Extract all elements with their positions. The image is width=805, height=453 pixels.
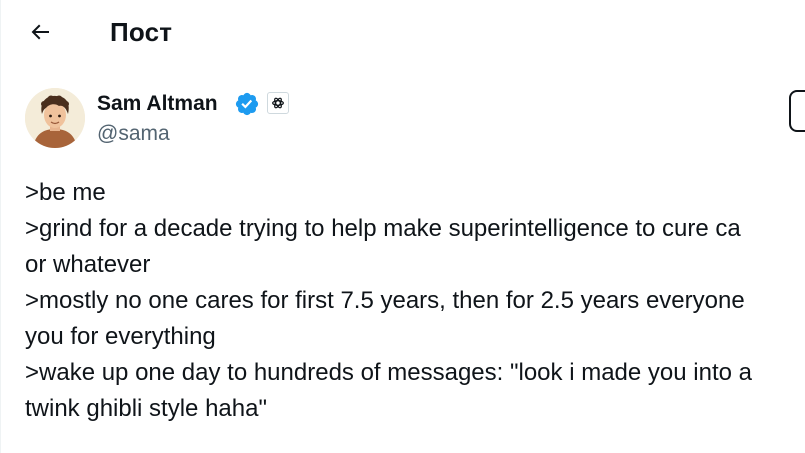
tweet-line: twink ghibli style haha" (25, 395, 267, 422)
verified-badge-icon[interactable] (234, 91, 260, 117)
author-name[interactable]: Sam Altman (97, 91, 218, 117)
top-bar: Пост (0, 0, 805, 64)
avatar-illustration (25, 88, 85, 148)
column-border (0, 0, 1, 453)
tweet-line: >grind for a decade trying to help make … (25, 215, 741, 242)
tweet-line: or whatever (25, 251, 151, 278)
grok-icon[interactable] (789, 90, 805, 132)
tweet-text: >be me >grind for a decade trying to hel… (25, 175, 805, 427)
back-button[interactable] (20, 12, 60, 52)
affiliation-badge[interactable] (267, 92, 289, 114)
arrow-left-icon (31, 24, 49, 40)
page-title: Пост (110, 17, 173, 47)
avatar[interactable] (25, 88, 85, 148)
tweet-line: you for everything (25, 323, 216, 350)
tweet-line: >mostly no one cares for first 7.5 years… (25, 287, 745, 314)
tweet-line: >wake up one day to hundreds of messages… (25, 359, 752, 386)
tweet-line: >be me (25, 179, 106, 206)
openai-logo-icon (272, 97, 284, 109)
author-handle[interactable]: @sama (97, 121, 170, 147)
